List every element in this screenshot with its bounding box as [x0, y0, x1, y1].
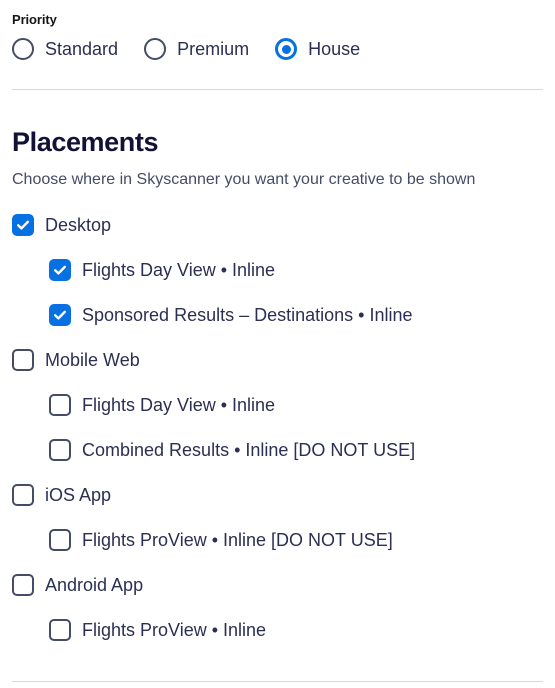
radio-unchecked-icon[interactable]	[12, 38, 34, 60]
priority-radio-option[interactable]: House	[275, 38, 360, 60]
placement-label: Desktop	[45, 215, 112, 235]
placement-child-row[interactable]: Combined Results • Inline [DO NOT USE]	[49, 439, 543, 461]
placements-section: Placements Choose where in Skyscanner yo…	[0, 126, 555, 641]
placement-child-row[interactable]: Flights Day View • Inline	[49, 259, 543, 281]
priority-label: Priority	[12, 12, 57, 27]
priority-section: Priority Standard Premium House	[0, 0, 555, 60]
checkbox-unchecked-icon[interactable]	[49, 619, 71, 641]
placement-label: Sponsored Results – Destinations • Inlin…	[82, 305, 413, 325]
checkbox-checked-icon[interactable]	[12, 214, 34, 236]
checkbox-unchecked-icon[interactable]	[49, 394, 71, 416]
placement-label: Flights Day View • Inline	[82, 395, 276, 415]
checkbox-unchecked-icon[interactable]	[12, 484, 34, 506]
placement-label: Mobile Web	[45, 350, 140, 370]
placement-label: Flights ProView • Inline	[82, 620, 267, 640]
radio-checked-icon[interactable]	[275, 38, 298, 60]
placement-child-row[interactable]: Flights Day View • Inline	[49, 394, 543, 416]
checkbox-unchecked-icon[interactable]	[12, 574, 34, 596]
placements-subtitle: Choose where in Skyscanner you want your…	[12, 171, 476, 188]
placement-label: Combined Results • Inline [DO NOT USE]	[82, 440, 416, 460]
priority-radio-option[interactable]: Premium	[144, 38, 249, 60]
placement-group-row[interactable]: Desktop	[12, 214, 543, 236]
priority-radio-label: Premium	[177, 39, 250, 59]
checkbox-unchecked-icon[interactable]	[12, 349, 34, 371]
checkbox-unchecked-icon[interactable]	[49, 439, 71, 461]
placement-label: Android App	[45, 575, 144, 595]
placement-group-row[interactable]: Android App	[12, 574, 543, 596]
placement-group-row[interactable]: Mobile Web	[12, 349, 543, 371]
page-title: Placements	[12, 127, 159, 157]
priority-radio-label: Standard	[45, 39, 119, 59]
priority-radio-option[interactable]: Standard	[12, 38, 118, 60]
placement-label: Flights Day View • Inline	[82, 260, 276, 280]
section-divider-bottom	[12, 681, 543, 682]
checkbox-checked-icon[interactable]	[49, 304, 71, 326]
placement-label: Flights ProView • Inline [DO NOT USE]	[82, 530, 393, 550]
radio-unchecked-icon[interactable]	[144, 38, 167, 60]
placement-child-row[interactable]: Flights ProView • Inline [DO NOT USE]	[49, 529, 543, 551]
priority-radio-label: House	[308, 39, 361, 59]
placement-group-row[interactable]: iOS App	[12, 484, 543, 506]
placement-label: iOS App	[45, 485, 112, 505]
priority-radio-group[interactable]: Standard Premium House	[12, 38, 543, 60]
checkbox-checked-icon[interactable]	[49, 259, 71, 281]
placement-child-row[interactable]: Sponsored Results – Destinations • Inlin…	[49, 304, 543, 326]
section-divider-top	[12, 89, 543, 90]
placement-child-row[interactable]: Flights ProView • Inline	[49, 619, 543, 641]
checkbox-unchecked-icon[interactable]	[49, 529, 71, 551]
placement-checkbox-list: Desktop Flights Day View • Inline Sponsore…	[12, 214, 543, 641]
